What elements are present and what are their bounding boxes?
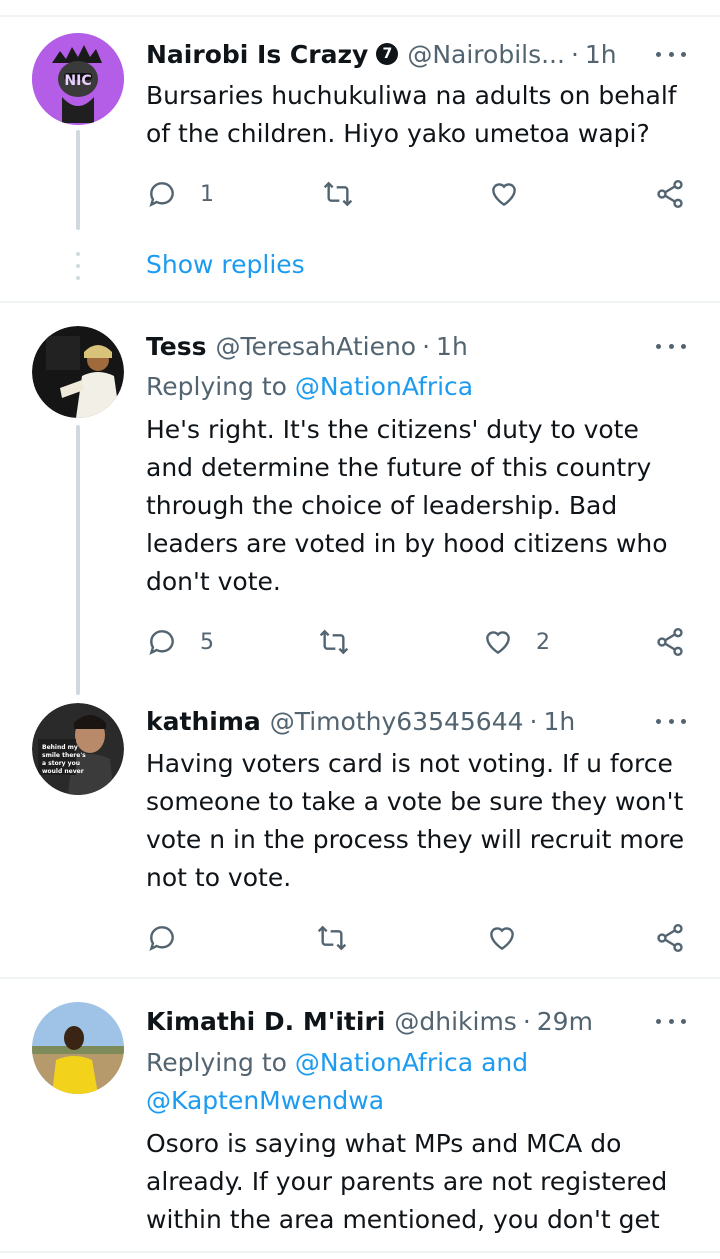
replying-to-label: Replying to	[146, 1048, 287, 1077]
separator: ·	[570, 39, 579, 69]
tweet-text: Having voters card is not voting. If u f…	[146, 749, 685, 892]
like-button[interactable]: 2	[482, 622, 550, 662]
avatar[interactable]: NIC	[32, 33, 124, 125]
thread-line	[76, 425, 80, 695]
timestamp[interactable]: 1h	[585, 40, 617, 69]
divider	[0, 301, 720, 303]
avatar[interactable]	[32, 1002, 124, 1094]
tweet-text: Osoro is saying what MPs and MCA do alre…	[146, 1129, 668, 1234]
display-name[interactable]: Nairobi Is Crazy	[146, 40, 368, 69]
share-button[interactable]	[654, 918, 686, 958]
tweet-header: Tess @TeresahAtieno · 1h	[146, 328, 690, 364]
separator: ·	[422, 331, 431, 361]
retweet-button[interactable]	[322, 174, 354, 214]
reply-button[interactable]: 5	[146, 622, 214, 662]
divider	[0, 977, 720, 979]
tweet-text: He's right. It's the citizens' duty to v…	[146, 415, 668, 596]
share-icon	[657, 180, 683, 208]
mention-link[interactable]: @NationAfrica	[295, 372, 473, 401]
tweet-actions	[146, 918, 706, 958]
tweet-text: Bursaries huchukuliwa na adults on behal…	[146, 81, 677, 148]
share-button[interactable]	[654, 622, 686, 662]
user-handle[interactable]: @TeresahAtieno	[215, 332, 416, 361]
tweet-header: Kimathi D. M'itiri @dhikims · 29m	[146, 1003, 690, 1039]
divider	[0, 15, 720, 17]
avatar[interactable]: Behind my smile there's a story you woul…	[32, 703, 124, 795]
tweet-actions: 1	[146, 174, 706, 214]
reply-icon	[149, 182, 174, 207]
svg-text:would never: would never	[42, 768, 84, 775]
reply-icon	[149, 926, 174, 951]
reply-count: 5	[200, 629, 214, 655]
like-count: 2	[536, 629, 550, 655]
reply-count: 1	[200, 181, 214, 207]
replying-to-line: Replying to @NationAfrica	[146, 368, 686, 406]
more-options-icon[interactable]	[656, 1003, 686, 1039]
heart-icon	[492, 183, 516, 207]
divider	[0, 1251, 720, 1253]
retweet-icon	[317, 925, 347, 951]
display-name[interactable]: Kimathi D. M'itiri	[146, 1007, 385, 1036]
heart-icon	[490, 927, 514, 951]
tweet-header: kathima @Timothy63545644 · 1h	[146, 703, 690, 739]
retweet-icon	[323, 181, 353, 207]
replying-to-label: Replying to	[146, 372, 287, 401]
timestamp[interactable]: 29m	[537, 1007, 593, 1036]
thread-dots	[76, 252, 80, 280]
user-handle[interactable]: @Nairobils...	[407, 40, 565, 69]
heart-icon	[486, 631, 510, 655]
retweet-icon	[319, 629, 349, 655]
retweet-button[interactable]	[318, 622, 350, 662]
mention-link[interactable]: @KaptenMwendwa	[146, 1086, 384, 1115]
separator: ·	[529, 706, 538, 736]
mention-link[interactable]: @NationAfrica and	[295, 1048, 528, 1077]
like-button[interactable]	[488, 174, 520, 214]
user-handle[interactable]: @dhikims	[394, 1007, 516, 1036]
share-icon	[657, 628, 683, 656]
reply-button[interactable]	[146, 918, 178, 958]
svg-text:NIC: NIC	[64, 73, 91, 89]
reply-icon	[149, 630, 174, 655]
avatar[interactable]	[32, 326, 124, 418]
svg-text:Behind my: Behind my	[42, 744, 78, 751]
retweet-button[interactable]	[316, 918, 348, 958]
display-name[interactable]: Tess	[146, 332, 206, 361]
timestamp[interactable]: 1h	[543, 707, 575, 736]
tweet-actions: 5 2	[146, 622, 706, 662]
thread-line	[76, 130, 80, 230]
show-replies-link[interactable]: Show replies	[146, 250, 305, 279]
share-button[interactable]	[654, 174, 686, 214]
like-button[interactable]	[486, 918, 518, 958]
display-name[interactable]: kathima	[146, 707, 261, 736]
separator: ·	[522, 1006, 531, 1036]
svg-text:a story you: a story you	[42, 760, 80, 767]
more-options-icon[interactable]	[656, 703, 686, 739]
more-options-icon[interactable]	[656, 36, 686, 72]
reply-button[interactable]: 1	[146, 174, 214, 214]
svg-text:smile there's: smile there's	[42, 752, 86, 759]
replying-to-line: Replying to @NationAfrica and @KaptenMwe…	[146, 1044, 686, 1120]
timestamp[interactable]: 1h	[436, 332, 468, 361]
tweet-header: Nairobi Is Crazy 7 @Nairobils... · 1h	[146, 36, 690, 72]
badge-icon: 7	[376, 43, 399, 65]
more-options-icon[interactable]	[656, 328, 686, 364]
user-handle[interactable]: @Timothy63545644	[270, 707, 524, 736]
share-icon	[657, 924, 683, 952]
